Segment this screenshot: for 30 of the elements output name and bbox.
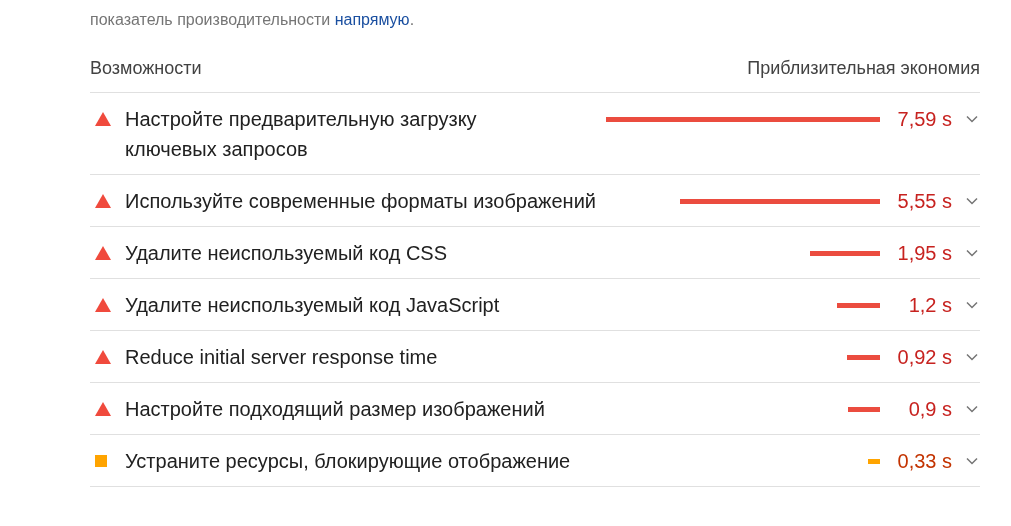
savings-bar xyxy=(868,458,880,464)
chevron-icon[interactable] xyxy=(966,301,978,309)
chevron-icon[interactable] xyxy=(966,249,978,257)
chevron-icon[interactable] xyxy=(966,405,978,413)
audit-title: Настройте предварительную загрузку ключевых запросов xyxy=(125,107,478,162)
chevron-icon[interactable] xyxy=(966,353,978,361)
chevron-icon[interactable] xyxy=(966,115,978,123)
intro-text: показатель производительности напрямую. xyxy=(90,10,416,30)
savings-bar xyxy=(847,406,880,412)
chevron-icon[interactable] xyxy=(966,457,978,465)
savings-value: 7,59 s xyxy=(896,107,952,132)
savings-value: 0,92 s xyxy=(896,345,952,370)
savings-value: 1,95 s xyxy=(896,241,952,266)
savings-bar xyxy=(809,250,880,256)
column-header: Приблизительная экономия xyxy=(747,57,980,80)
audit-title: Удалите неиспользуемый код CSS xyxy=(125,241,449,266)
chevron-icon[interactable] xyxy=(966,197,978,205)
savings-value: 0,9 s xyxy=(907,397,952,422)
savings-value: 1,2 s xyxy=(907,293,952,318)
audit-title: Настройте подходящий размер изображений xyxy=(125,397,546,422)
savings-value: 5,55 s xyxy=(896,189,952,214)
audit-title: Удалите неиспользуемый код JavaScript xyxy=(125,293,501,318)
audit-title: Используйте современные форматы изображений xyxy=(125,189,597,214)
link[interactable]: напрямую xyxy=(334,11,410,28)
savings-value: 0,33 s xyxy=(896,449,952,474)
column-header: Возможности xyxy=(90,57,202,80)
savings-bar xyxy=(846,354,880,360)
savings-bar xyxy=(836,302,880,308)
audit-title: Устраните ресурсы, блокирующие отображение xyxy=(125,449,572,474)
audit-title: Reduce initial server response time xyxy=(125,345,439,370)
